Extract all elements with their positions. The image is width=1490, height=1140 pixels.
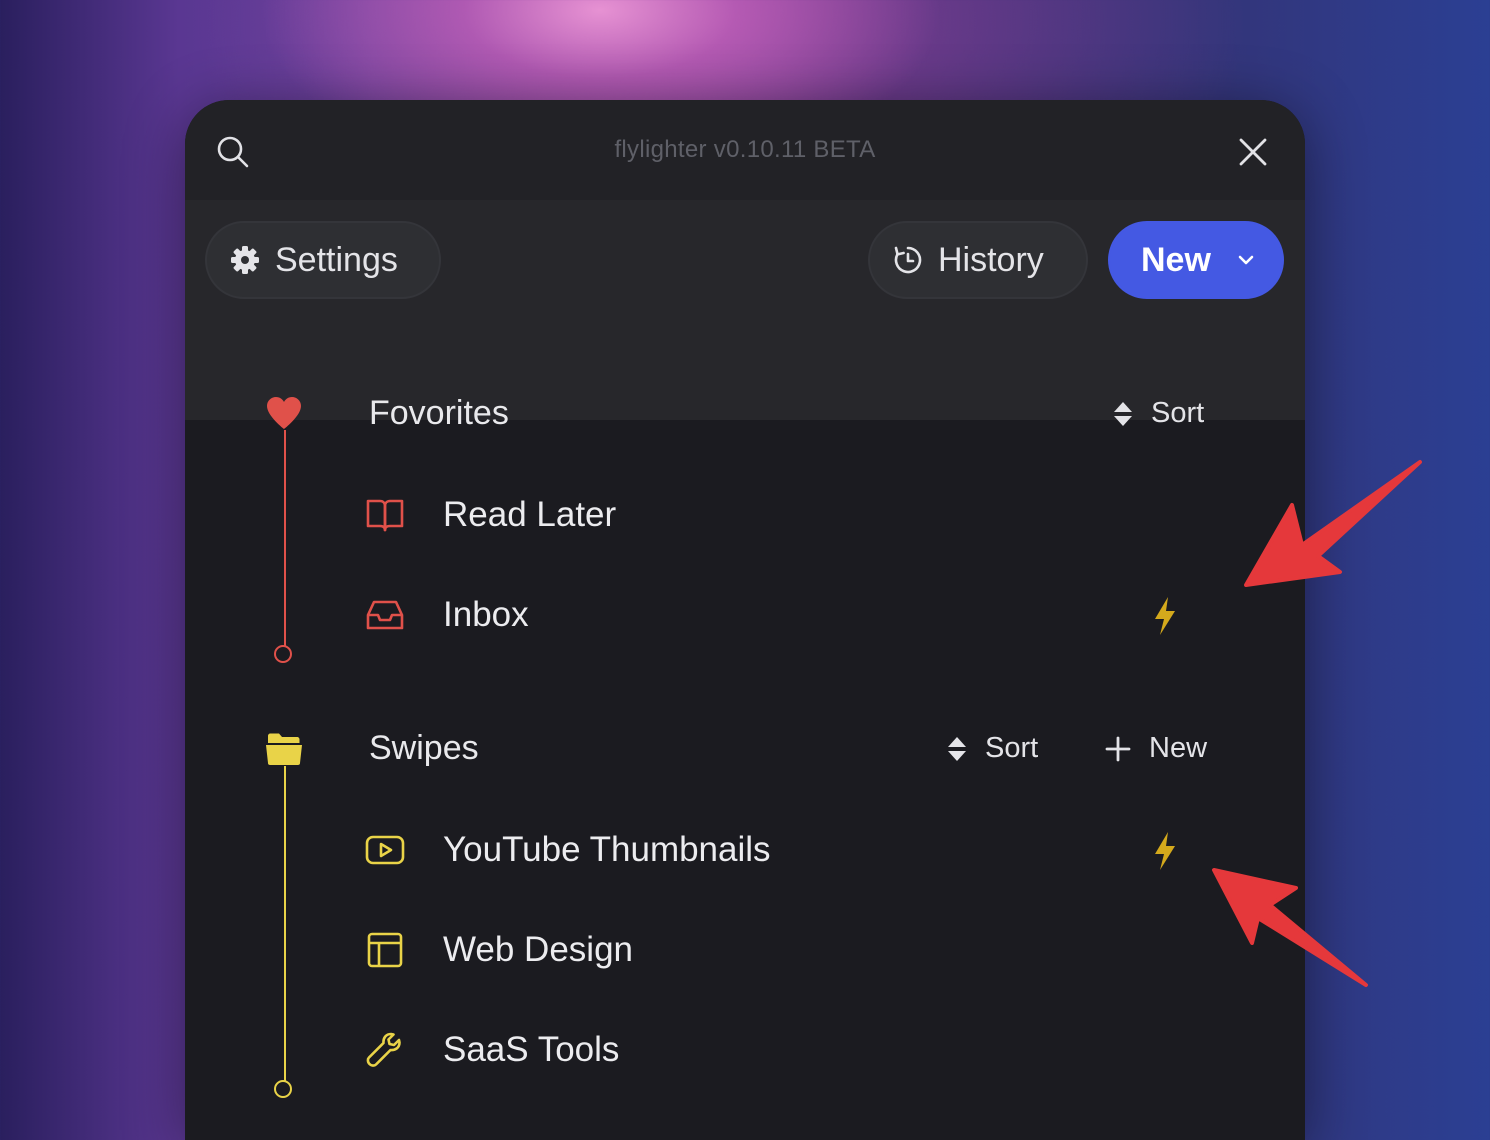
swipes-timeline (284, 766, 286, 1081)
swipes-sort-button[interactable]: Sort (947, 732, 1038, 765)
item-label: Web Design (443, 930, 634, 969)
lightning-bolt-icon[interactable] (1151, 831, 1179, 871)
lightning-bolt-icon[interactable] (1151, 596, 1179, 636)
history-clock-icon (894, 246, 922, 274)
new-button[interactable]: New (1108, 221, 1284, 299)
history-label: History (938, 240, 1044, 279)
swipes-sort-label: Sort (985, 732, 1039, 764)
list-item-saas-tools[interactable]: SaaS Tools (365, 1020, 619, 1080)
item-label: Inbox (443, 595, 529, 634)
swipes-title: Swipes (369, 729, 479, 767)
item-label: Read Later (443, 495, 617, 534)
window-title: flylighter v0.10.11 BETA (614, 136, 876, 163)
list-item-read-later[interactable]: Read Later (365, 485, 616, 545)
new-label: New (1141, 240, 1211, 279)
favorites-timeline (284, 430, 286, 646)
favorites-sort-label: Sort (1151, 397, 1205, 429)
settings-label: Settings (275, 240, 398, 279)
list-item-inbox[interactable]: Inbox (365, 585, 529, 645)
settings-button[interactable]: Settings (205, 221, 441, 299)
swipes-timeline-end (274, 1080, 292, 1098)
item-label: YouTube Thumbnails (443, 830, 771, 869)
favorites-timeline-end (274, 645, 292, 663)
list-item-web-design[interactable]: Web Design (365, 920, 633, 980)
favorites-sort-button[interactable]: Sort (1113, 397, 1204, 430)
close-icon[interactable] (1235, 134, 1271, 170)
title-bar: flylighter v0.10.11 BETA (185, 100, 1305, 200)
list-item-youtube-thumbnails[interactable]: YouTube Thumbnails (365, 820, 771, 880)
gear-icon (231, 246, 259, 274)
folder-icon (266, 733, 302, 765)
book-open-icon (366, 499, 404, 532)
chevron-down-icon (1238, 255, 1254, 265)
sort-icon (1114, 401, 1132, 426)
wrench-icon (366, 1032, 401, 1067)
swipes-new-button[interactable]: New (1105, 732, 1207, 765)
layout-icon (367, 932, 403, 968)
plus-icon (1105, 736, 1131, 761)
swipes-new-label: New (1149, 732, 1208, 764)
sort-icon (948, 736, 966, 761)
history-button[interactable]: History (868, 221, 1088, 299)
app-window: flylighter v0.10.11 BETA Settings Histor… (185, 100, 1305, 1140)
heart-icon (267, 397, 301, 429)
favorites-title: Fovorites (369, 394, 509, 432)
inbox-icon (366, 600, 404, 630)
youtube-icon (365, 835, 405, 865)
item-label: SaaS Tools (443, 1030, 620, 1069)
